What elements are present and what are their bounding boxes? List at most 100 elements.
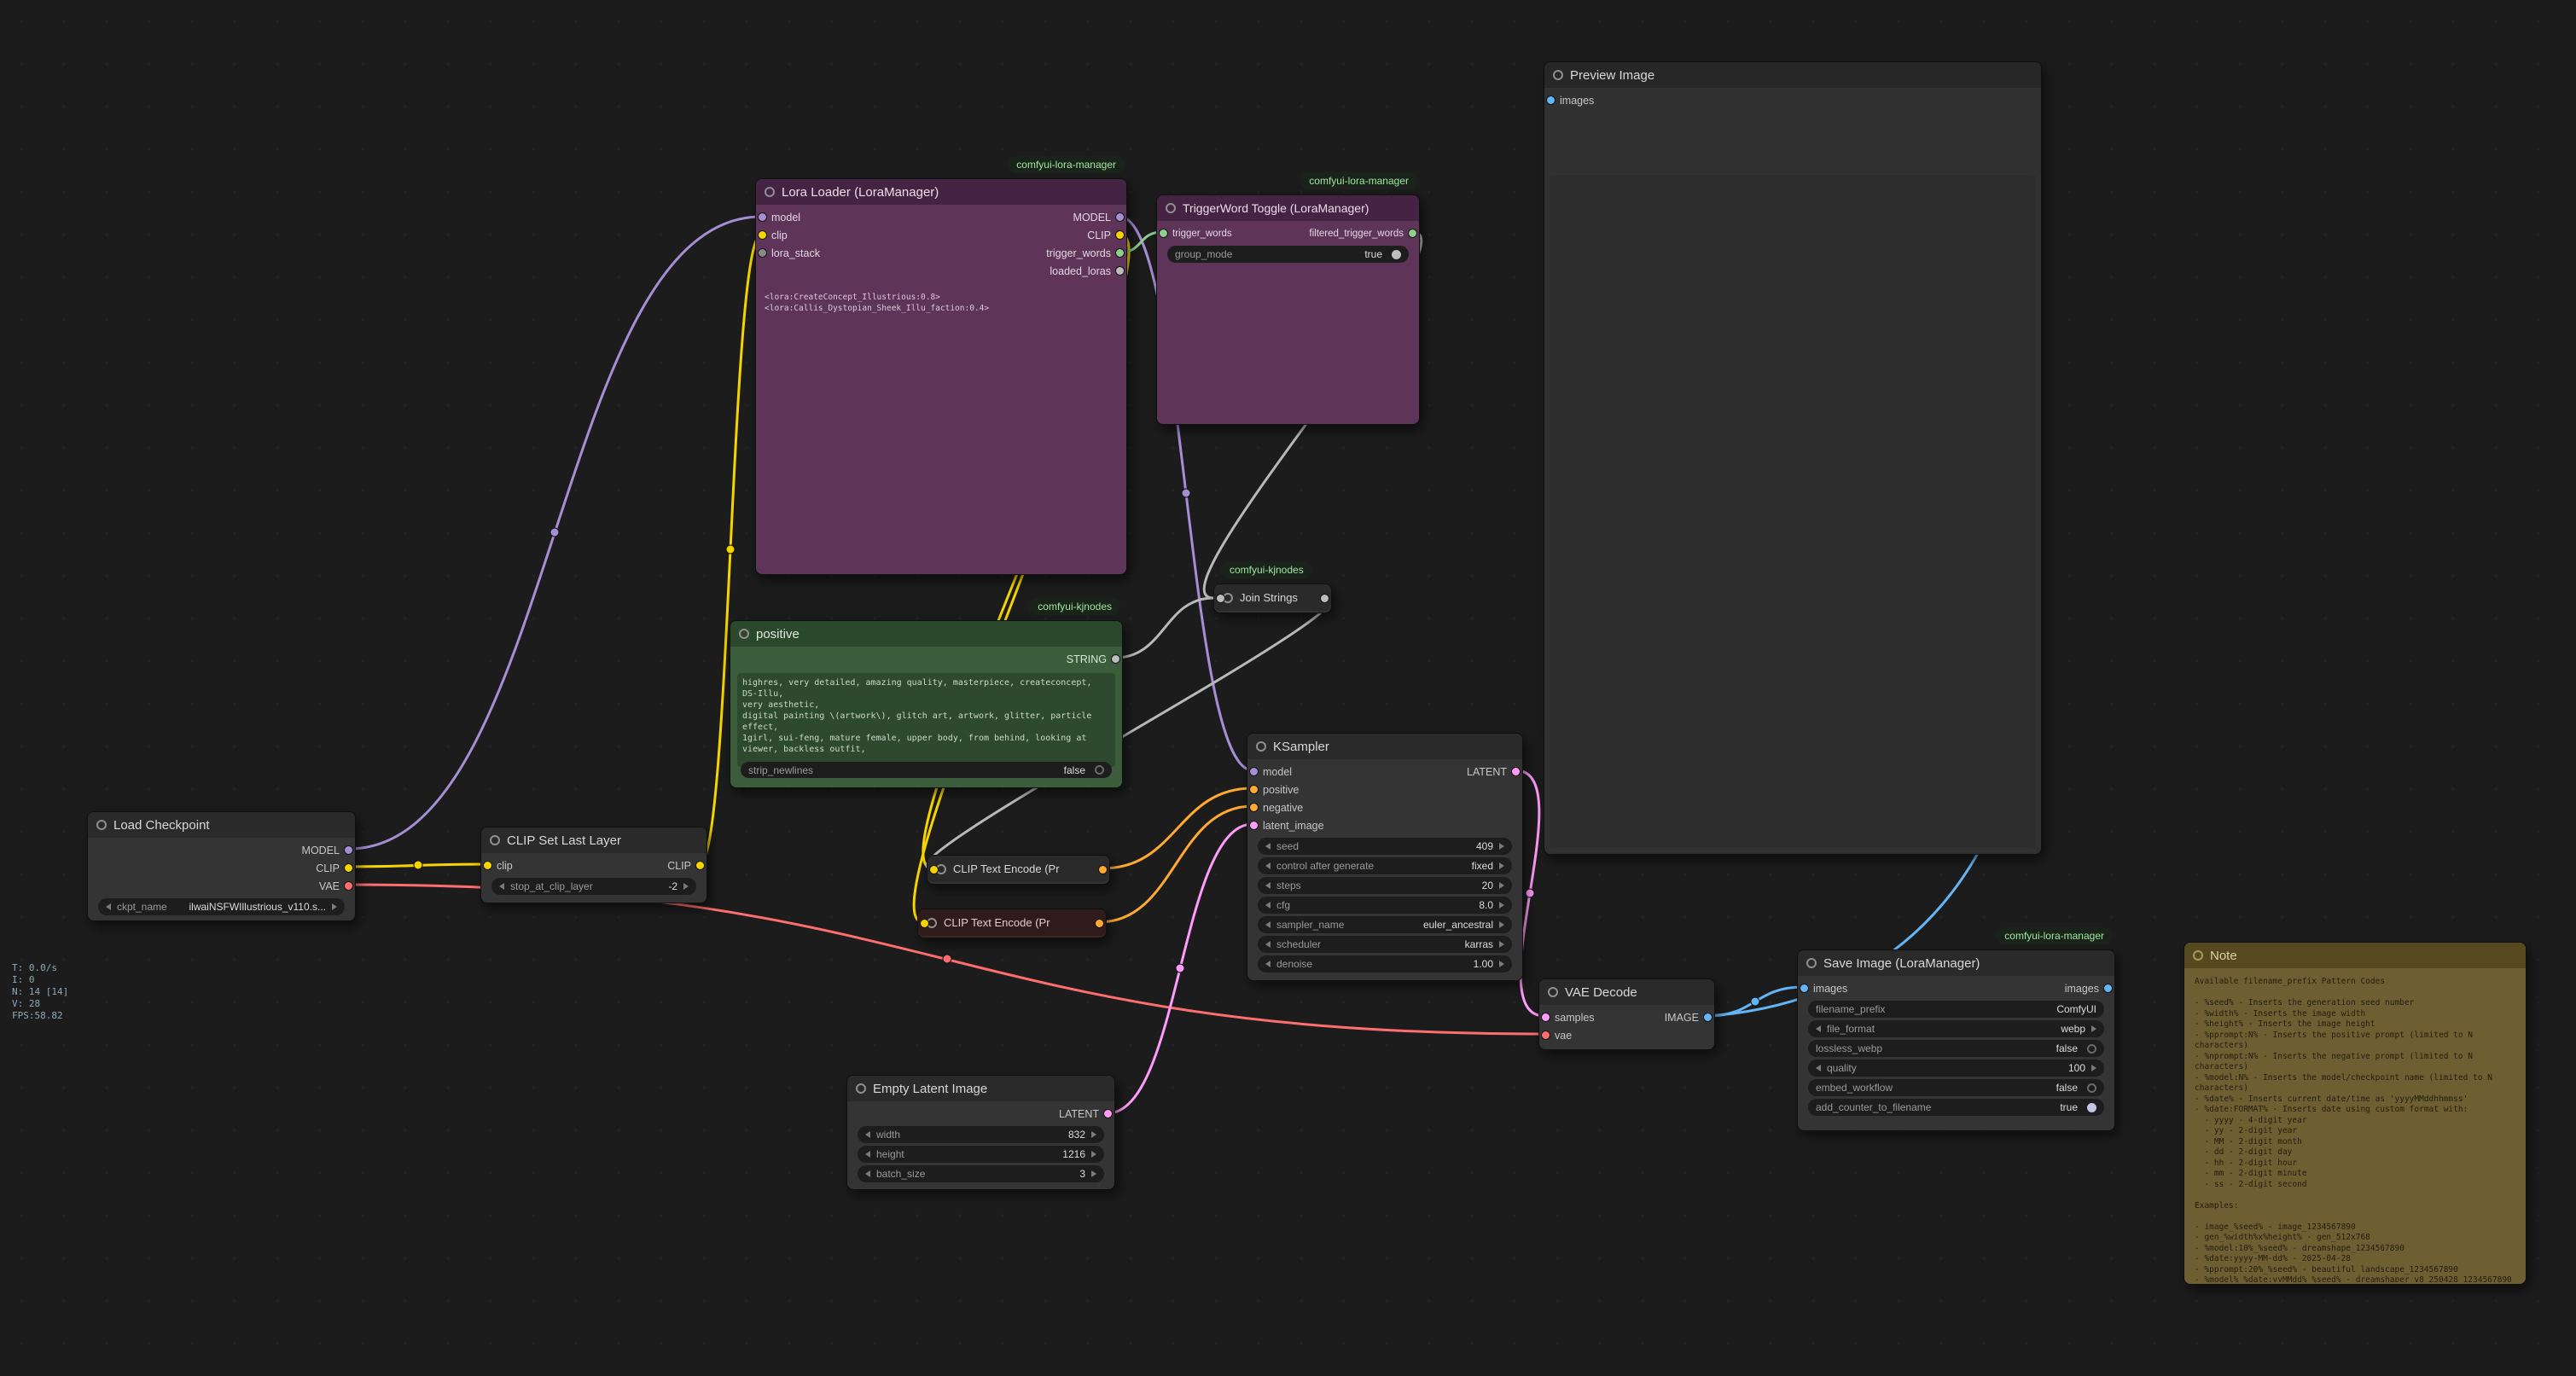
prev-option-icon[interactable]	[1265, 921, 1271, 928]
widget-batch-size[interactable]: batch_size 3	[858, 1165, 1104, 1182]
clip-output-dot[interactable]	[344, 863, 353, 873]
node-positive-prompt[interactable]: comfyui-kjnodes positive STRING highres,…	[730, 620, 1123, 788]
collapse-icon[interactable]	[1256, 741, 1266, 752]
increment-icon[interactable]	[1499, 882, 1504, 889]
images-output-dot[interactable]	[2103, 984, 2113, 993]
string-output-dot[interactable]	[1111, 654, 1120, 664]
node-clip-set-last-layer[interactable]: CLIP Set Last Layer clip CLIP stop_at_cl…	[480, 827, 707, 903]
toggle-off-icon[interactable]	[2087, 1083, 2096, 1093]
decrement-icon[interactable]	[865, 1170, 870, 1177]
node-preview-image[interactable]: Preview Image images	[1544, 61, 2042, 855]
node-vae-decode[interactable]: VAE Decode samples IMAGE vae	[1538, 978, 1715, 1050]
latent-image-input-dot[interactable]	[1249, 821, 1259, 830]
latent-output-dot[interactable]	[1103, 1109, 1113, 1118]
decrement-icon[interactable]	[865, 1151, 870, 1158]
clip-input-dot[interactable]	[483, 861, 492, 870]
increment-icon[interactable]	[1499, 843, 1504, 850]
collapse-icon[interactable]	[856, 1083, 866, 1094]
vae-output-dot[interactable]	[344, 881, 353, 891]
negative-input-dot[interactable]	[1249, 803, 1259, 812]
string-input-dot[interactable]	[1216, 594, 1225, 603]
widget-height[interactable]: height 1216	[858, 1146, 1104, 1163]
node-titlebar[interactable]: CLIP Text Encode (Pr	[927, 856, 1109, 882]
latent-output-dot[interactable]	[1511, 767, 1521, 776]
lora-syntax-text[interactable]: <lora:CreateConcept_Illustrious:0.8> <lo…	[765, 292, 1118, 314]
node-titlebar[interactable]: Empty Latent Image	[847, 1076, 1114, 1101]
node-clip-text-encode-positive[interactable]: CLIP Text Encode (Pr	[927, 855, 1110, 885]
collapse-icon[interactable]	[490, 835, 500, 845]
node-join-strings[interactable]: comfyui-kjnodes Join Strings	[1213, 583, 1332, 613]
widget-sampler-name[interactable]: sampler_name euler_ancestral	[1258, 916, 1512, 933]
node-lora-loader[interactable]: comfyui-lora-manager Lora Loader (LoraMa…	[755, 178, 1127, 575]
image-output-dot[interactable]	[1703, 1013, 1712, 1022]
prev-option-icon[interactable]	[1265, 941, 1271, 948]
node-empty-latent-image[interactable]: Empty Latent Image LATENT width 832 heig…	[846, 1075, 1115, 1190]
widget-denoise[interactable]: denoise 1.00	[1258, 955, 1512, 972]
toggle-off-icon[interactable]	[1095, 765, 1104, 775]
increment-icon[interactable]	[1499, 961, 1504, 967]
decrement-icon[interactable]	[499, 883, 504, 890]
widget-add-counter-to-filename[interactable]: add_counter_to_filename true	[1808, 1099, 2104, 1116]
decrement-icon[interactable]	[1265, 961, 1271, 967]
toggle-on-icon[interactable]	[1392, 250, 1401, 259]
collapse-icon[interactable]	[1553, 70, 1563, 80]
model-input-dot[interactable]	[1249, 767, 1259, 776]
model-output-dot[interactable]	[344, 845, 353, 855]
increment-icon[interactable]	[2091, 1065, 2096, 1071]
prompt-textarea[interactable]: highres, very detailed, amazing quality,…	[737, 673, 1115, 767]
model-output-dot[interactable]	[1115, 212, 1125, 222]
prev-option-icon[interactable]	[1265, 862, 1271, 869]
widget-lossless-webp[interactable]: lossless_webp false	[1808, 1040, 2104, 1057]
node-save-image[interactable]: comfyui-lora-manager Save Image (LoraMan…	[1797, 949, 2115, 1131]
node-titlebar[interactable]: CLIP Set Last Layer	[481, 827, 707, 853]
node-note[interactable]: Note Available filename_prefix Pattern C…	[2183, 942, 2527, 1285]
widget-ckpt-name[interactable]: ckpt_name ilwaiNSFWIllustrious_v110.s...	[98, 898, 345, 915]
collapse-icon[interactable]	[1548, 987, 1558, 997]
collapse-icon[interactable]	[96, 820, 107, 830]
collapse-icon[interactable]	[739, 629, 749, 639]
clip-input-dot[interactable]	[758, 230, 767, 240]
loaded-loras-output-dot[interactable]	[1115, 266, 1125, 276]
decrement-icon[interactable]	[865, 1131, 870, 1138]
next-option-icon[interactable]	[1499, 941, 1504, 948]
trigger-words-input-dot[interactable]	[1159, 229, 1168, 238]
collapse-icon[interactable]	[1806, 958, 1817, 968]
increment-icon[interactable]	[1499, 902, 1504, 909]
decrement-icon[interactable]	[1816, 1065, 1821, 1071]
widget-group-mode[interactable]: group_mode true	[1167, 246, 1409, 263]
widget-width[interactable]: width 832	[858, 1126, 1104, 1143]
node-titlebar[interactable]: Load Checkpoint	[88, 812, 355, 838]
samples-input-dot[interactable]	[1541, 1013, 1550, 1022]
widget-control-after-generate[interactable]: control after generate fixed	[1258, 857, 1512, 874]
conditioning-output-dot[interactable]	[1098, 865, 1108, 874]
node-ksampler[interactable]: KSampler model LATENT positive negative …	[1247, 733, 1523, 981]
filtered-trigger-words-output-dot[interactable]	[1408, 229, 1417, 238]
widget-filename-prefix[interactable]: filename_prefix ComfyUI	[1808, 1001, 2104, 1018]
clip-input-dot[interactable]	[920, 919, 929, 928]
positive-input-dot[interactable]	[1249, 785, 1259, 794]
increment-icon[interactable]	[1091, 1170, 1096, 1177]
node-titlebar[interactable]: TriggerWord Toggle (LoraManager)	[1157, 195, 1419, 221]
increment-icon[interactable]	[1091, 1151, 1096, 1158]
prev-option-icon[interactable]	[1816, 1025, 1821, 1032]
node-load-checkpoint[interactable]: Load Checkpoint MODEL CLIP VAE ckpt_name…	[87, 811, 356, 921]
widget-file-format[interactable]: file_format webp	[1808, 1020, 2104, 1037]
trigger-words-output-dot[interactable]	[1115, 248, 1125, 258]
widget-scheduler[interactable]: scheduler karras	[1258, 936, 1512, 953]
toggle-on-icon[interactable]	[2087, 1103, 2096, 1112]
lora-stack-input-dot[interactable]	[758, 248, 767, 258]
node-titlebar[interactable]: Join Strings	[1214, 584, 1331, 611]
decrement-icon[interactable]	[1265, 902, 1271, 909]
increment-icon[interactable]	[683, 883, 689, 890]
widget-quality[interactable]: quality 100	[1808, 1060, 2104, 1077]
decrement-icon[interactable]	[1265, 843, 1271, 850]
widget-steps[interactable]: steps 20	[1258, 877, 1512, 894]
decrement-icon[interactable]	[1265, 882, 1271, 889]
widget-strip-newlines[interactable]: strip_newlines false	[741, 762, 1112, 778]
node-titlebar[interactable]: CLIP Text Encode (Pr	[918, 909, 1106, 936]
toggle-off-icon[interactable]	[2087, 1044, 2096, 1054]
widget-embed-workflow[interactable]: embed_workflow false	[1808, 1079, 2104, 1096]
widget-seed[interactable]: seed 409	[1258, 838, 1512, 855]
clip-output-dot[interactable]	[1115, 230, 1125, 240]
images-input-dot[interactable]	[1800, 984, 1809, 993]
